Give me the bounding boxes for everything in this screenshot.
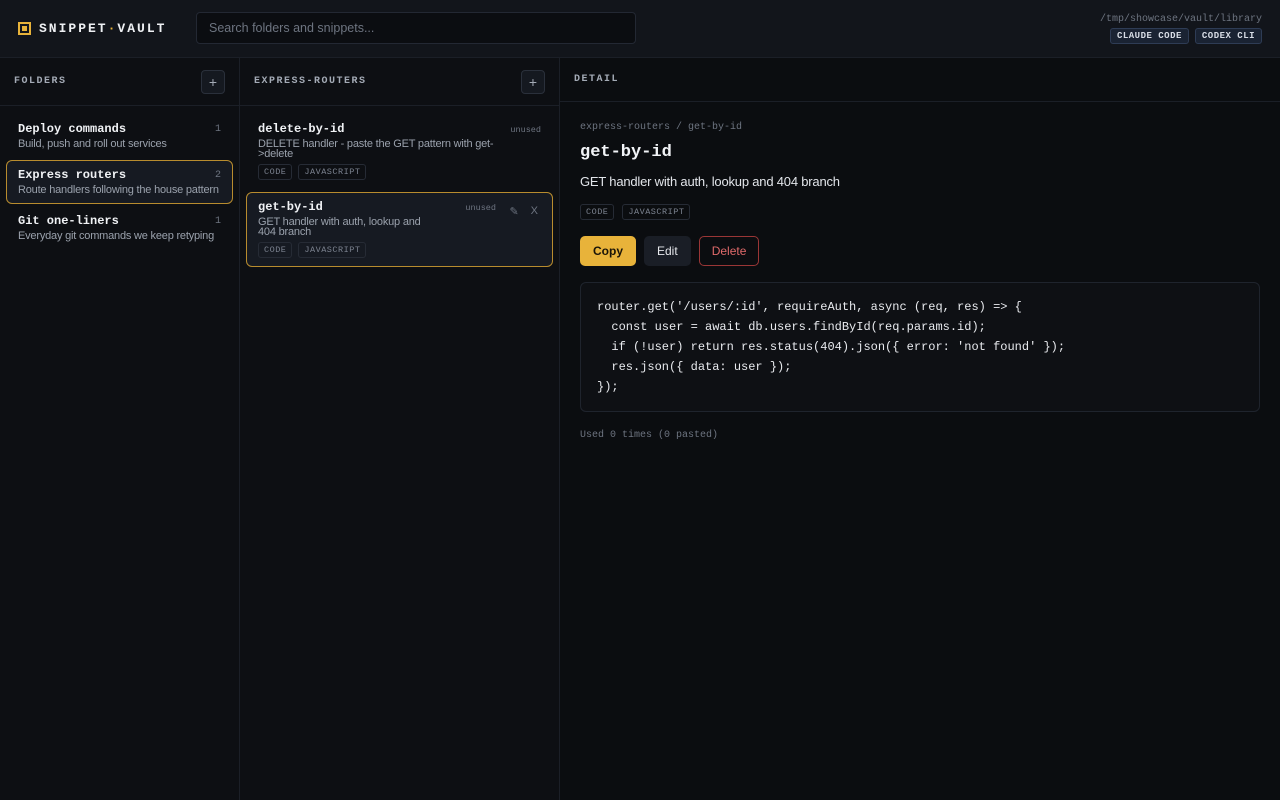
- usage-stats: Used 0 times (0 pasted): [580, 430, 719, 441]
- detail-actions: Copy Edit Delete: [580, 236, 1260, 266]
- tag-language: JAVASCRIPT: [298, 164, 367, 180]
- brand-name: SNIPPET·VAULT: [39, 20, 167, 36]
- folder-description: Route handlers following the house patte…: [18, 184, 219, 196]
- edit-button[interactable]: Edit: [644, 236, 691, 266]
- code-block[interactable]: router.get('/users/:id', requireAuth, as…: [580, 282, 1260, 412]
- library-info: /tmp/showcase/vault/library CLAUDE CODE …: [1100, 14, 1262, 44]
- detail-header: DETAIL: [560, 58, 1280, 102]
- folder-name: Deploy commands: [18, 122, 127, 136]
- code-line: router.get('/users/:id', requireAuth, as…: [597, 300, 1022, 314]
- snippets-header: EXPRESS-ROUTERS +: [240, 58, 559, 106]
- detail-title: DETAIL: [574, 74, 620, 85]
- snippet-title: get-by-id: [580, 143, 672, 162]
- code-line: });: [597, 380, 619, 394]
- snippet-name: delete-by-id: [258, 122, 345, 136]
- folder-description: Everyday git commands we keep retyping: [18, 230, 214, 242]
- tag-language: JAVASCRIPT: [298, 242, 367, 258]
- snippet-tags: CODE JAVASCRIPT: [258, 164, 541, 180]
- folder-count: 1: [214, 216, 221, 227]
- snippet-actions: ✎ X: [509, 205, 538, 218]
- snippet-status: unused: [465, 203, 496, 213]
- folder-name: Express routers: [18, 168, 127, 182]
- snippet-tags: CODE JAVASCRIPT: [258, 242, 541, 258]
- breadcrumb: express-routers / get-by-id: [580, 122, 743, 133]
- detail-panel: DETAIL express-routers / get-by-id get-b…: [560, 58, 1280, 800]
- snippet-description: GET handler with auth, lookup and 404 br…: [258, 216, 421, 238]
- delete-button[interactable]: Delete: [698, 236, 760, 266]
- tag-language: JAVASCRIPT: [622, 204, 691, 220]
- folder-item-deploy-commands[interactable]: Deploy commands Build, push and roll out…: [6, 114, 233, 158]
- tag-code: CODE: [580, 204, 615, 220]
- tag-code: CODE: [258, 164, 293, 180]
- pencil-icon[interactable]: ✎: [509, 205, 518, 218]
- copy-button[interactable]: Copy: [580, 236, 636, 266]
- code-line: const user = await db.users.findById(req…: [597, 320, 986, 334]
- vault-icon: [18, 21, 31, 35]
- snippet-description: GET handler with auth, lookup and 404 br…: [580, 174, 840, 189]
- code-line: if (!user) return res.status(404).json({…: [597, 340, 1066, 354]
- folders-panel: FOLDERS + Deploy commands Build, push an…: [0, 58, 240, 800]
- code-line: res.json({ data: user });: [597, 360, 792, 374]
- add-folder-button[interactable]: +: [201, 69, 225, 94]
- snippets-title: EXPRESS-ROUTERS: [254, 76, 367, 87]
- snippet-description: DELETE handler - paste the GET pattern w…: [258, 138, 494, 160]
- agent-badge-claude: CLAUDE CODE: [1109, 28, 1189, 44]
- folders-title: FOLDERS: [14, 76, 67, 87]
- top-bar: SNIPPET·VAULT /tmp/showcase/vault/librar…: [0, 0, 1280, 58]
- close-icon[interactable]: X: [531, 205, 538, 218]
- folder-name: Git one-liners: [18, 214, 119, 228]
- folder-count: 1: [214, 124, 221, 135]
- folder-item-git-one-liners[interactable]: Git one-liners Everyday git commands we …: [6, 206, 233, 250]
- folder-description: Build, push and roll out services: [18, 138, 167, 150]
- brand: SNIPPET·VAULT: [18, 20, 166, 36]
- snippet-name: get-by-id: [258, 200, 323, 214]
- snippet-list: delete-by-id DELETE handler - paste the …: [240, 106, 559, 278]
- search-input[interactable]: [196, 12, 636, 44]
- library-path: /tmp/showcase/vault/library: [1099, 14, 1262, 25]
- snippet-item-delete-by-id[interactable]: delete-by-id DELETE handler - paste the …: [246, 114, 553, 189]
- folder-item-express-routers[interactable]: Express routers Route handlers following…: [6, 160, 233, 204]
- folder-list: Deploy commands Build, push and roll out…: [0, 106, 239, 260]
- folder-count: 2: [214, 170, 221, 181]
- snippet-item-get-by-id[interactable]: get-by-id GET handler with auth, lookup …: [246, 192, 553, 267]
- detail-body: express-routers / get-by-id get-by-id GE…: [560, 102, 1280, 462]
- folders-header: FOLDERS +: [0, 58, 239, 106]
- snippet-status: unused: [510, 125, 541, 135]
- tag-code: CODE: [258, 242, 293, 258]
- detail-tags: CODE JAVASCRIPT: [580, 204, 1260, 220]
- agent-badge-codex: CODEX CLI: [1194, 28, 1262, 44]
- agent-badges: CLAUDE CODE CODEX CLI: [1100, 28, 1262, 44]
- snippets-panel: EXPRESS-ROUTERS + delete-by-id DELETE ha…: [240, 58, 560, 800]
- add-snippet-button[interactable]: +: [521, 69, 545, 94]
